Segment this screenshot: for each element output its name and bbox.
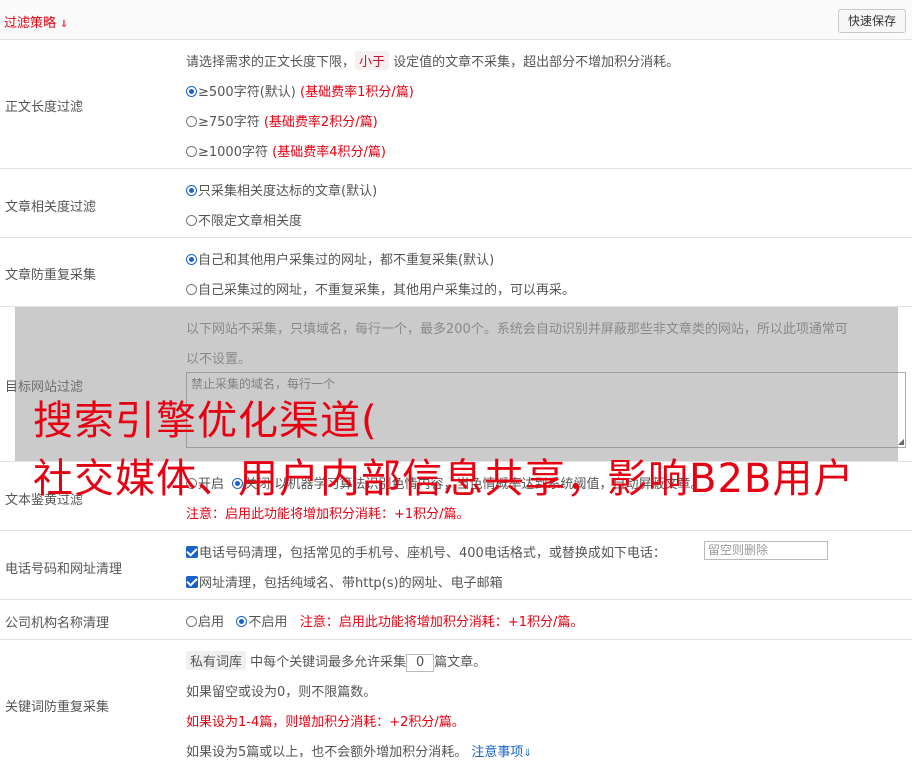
company-filter-options: 启用 不启用 注意：启用此功能将增加积分消耗：+1积分/篇。	[186, 611, 583, 630]
company-filter-label: 公司机构名称清理	[5, 616, 110, 631]
relevance-option-qualified[interactable]: 只采集相关度达标的文章(默认)	[186, 180, 377, 199]
length-option-500[interactable]: ≥500字符(默认) (基础费率1积分/篇)	[186, 81, 414, 100]
phone-cleanup-label: 电话号码清理，包括常见的手机号、座机号、400电话格式，或替换成如下电话：	[199, 546, 666, 561]
length-option-1000-label: ≥1000字符	[198, 145, 268, 160]
length-option-1000[interactable]: ≥1000字符 (基础费率4积分/篇)	[186, 141, 386, 160]
url-cleanup-option[interactable]: 网址清理，包括纯域名、带http(s)的网址、电子邮箱	[186, 572, 503, 591]
phone-cleanup-checkbox[interactable]	[186, 546, 198, 558]
resize-handle-icon[interactable]: ◢	[898, 437, 904, 446]
company-filter-note: 注意：启用此功能将增加积分消耗：+1积分/篇。	[299, 615, 584, 630]
duplicate-filter-row: 文章防重复采集 自己和其他用户采集过的网址，都不重复采集(默认) 自己采集过的网…	[0, 238, 912, 307]
length-filter-row: 正文长度过滤 请选择需求的正文长度下限， 小于 设定值的文章不采集，超出部分不增加…	[0, 40, 912, 169]
radio-unselected[interactable]	[186, 215, 197, 226]
filter-strategy-title[interactable]: 过滤策略 ⇓	[4, 12, 68, 31]
watermark-line2: 社交媒体、用户内部信息共享，影响B2B用户	[33, 456, 855, 502]
length-option-500-note: (基础费率1积分/篇)	[300, 85, 414, 100]
radio-selected[interactable]	[186, 185, 197, 196]
duplicate-option-all-label: 自己和其他用户采集过的网址，都不重复采集(默认)	[198, 253, 495, 268]
keyword-filter-line4: 如果设为5篇或以上，也不会额外增加积分消耗。	[186, 745, 468, 760]
chevron-double-down-icon: ⇓	[523, 748, 532, 759]
filter-header: 过滤策略 ⇓ 快速保存	[0, 0, 912, 40]
company-filter-off-radio[interactable]	[236, 616, 248, 627]
radio-unselected[interactable]	[186, 116, 197, 127]
max-articles-input[interactable]: 0	[406, 654, 435, 672]
chevron-double-down-icon: ⇓	[60, 19, 69, 30]
keyword-filter-row: 关键词防重复采集 私有词库 中每个关键词最多允许采集 0 篇文章。 如果留空或设为0…	[0, 640, 912, 768]
relevance-option-unlimited-label: 不限定文章相关度	[198, 214, 303, 229]
length-option-500-label: ≥500字符(默认)	[198, 85, 296, 100]
url-cleanup-checkbox[interactable]	[186, 576, 198, 588]
relevance-option-qualified-label: 只采集相关度达标的文章(默认)	[198, 184, 378, 199]
duplicate-option-self-label: 自己采集过的网址，不重复采集，其他用户采集过的，可以再采。	[198, 283, 576, 298]
filter-strategy-label: 过滤策略	[4, 16, 57, 31]
length-filter-label: 正文长度过滤	[5, 100, 84, 115]
quick-save-button[interactable]: 快速保存	[837, 9, 906, 33]
length-option-750-label: ≥750字符	[198, 115, 260, 130]
keyword-filter-line3: 如果设为1-4篇，则增加积分消耗：+2积分/篇。	[186, 715, 465, 730]
watermark-line1: 搜索引擎优化渠道(	[33, 398, 378, 444]
relevance-option-unlimited[interactable]: 不限定文章相关度	[186, 210, 302, 229]
replacement-phone-input[interactable]: 留空则删除	[704, 541, 828, 560]
length-option-750[interactable]: ≥750字符 (基础费率2积分/篇)	[186, 111, 378, 130]
keyword-filter-desc: 私有词库 中每个关键词最多允许采集 0 篇文章。	[186, 651, 486, 672]
keyword-filter-desc-pre: 中每个关键词最多允许采集	[250, 655, 407, 670]
length-option-1000-note: (基础费率4积分/篇)	[272, 145, 386, 160]
radio-unselected[interactable]	[186, 146, 197, 157]
keyword-filter-label: 关键词防重复采集	[5, 700, 110, 715]
radio-unselected[interactable]	[186, 284, 197, 295]
company-filter-on-label: 启用	[198, 615, 225, 630]
length-filter-desc: 请选择需求的正文长度下限， 小于 设定值的文章不采集，超出部分不增加积分消耗。	[186, 51, 679, 70]
contact-filter-label: 电话号码和网址清理	[5, 562, 123, 577]
notice-link[interactable]: 注意事项⇓	[471, 745, 531, 760]
keyword-filter-line4-wrap: 如果设为5篇或以上，也不会额外增加积分消耗。 注意事项⇓	[186, 741, 532, 760]
duplicate-option-self[interactable]: 自己采集过的网址，不重复采集，其他用户采集过的，可以再采。	[186, 279, 575, 298]
relevance-filter-label: 文章相关度过滤	[5, 200, 97, 215]
company-filter-off-label: 不启用	[248, 615, 288, 630]
radio-selected[interactable]	[186, 254, 197, 265]
url-cleanup-label: 网址清理，包括纯域名、带http(s)的网址、电子邮箱	[199, 576, 503, 591]
radio-selected[interactable]	[186, 86, 197, 97]
private-lexicon-tag[interactable]: 私有词库	[186, 651, 247, 670]
duplicate-option-all[interactable]: 自己和其他用户采集过的网址，都不重复采集(默认)	[186, 249, 494, 268]
keyword-filter-line2: 如果留空或设为0，则不限篇数。	[186, 685, 377, 700]
keyword-filter-desc-post: 篇文章。	[434, 655, 487, 670]
length-filter-desc-pre: 请选择需求的正文长度下限，	[186, 55, 356, 70]
notice-link-label: 注意事项	[471, 745, 524, 760]
company-filter-on-radio[interactable]	[186, 616, 197, 627]
porn-filter-note: 注意：启用此功能将增加积分消耗：+1积分/篇。	[186, 507, 470, 522]
length-filter-desc-post: 设定值的文章不采集，超出部分不增加积分消耗。	[393, 55, 680, 70]
length-option-750-note: (基础费率2积分/篇)	[263, 115, 378, 130]
company-filter-row: 公司机构名称清理 启用 不启用 注意：启用此功能将增加积分消耗：+1积分/篇。	[0, 600, 912, 640]
less-than-tag: 小于	[355, 51, 390, 70]
relevance-filter-row: 文章相关度过滤 只采集相关度达标的文章(默认) 不限定文章相关度	[0, 169, 912, 238]
duplicate-filter-label: 文章防重复采集	[5, 268, 97, 283]
phone-cleanup-option[interactable]: 电话号码清理，包括常见的手机号、座机号、400电话格式，或替换成如下电话：	[186, 542, 666, 561]
